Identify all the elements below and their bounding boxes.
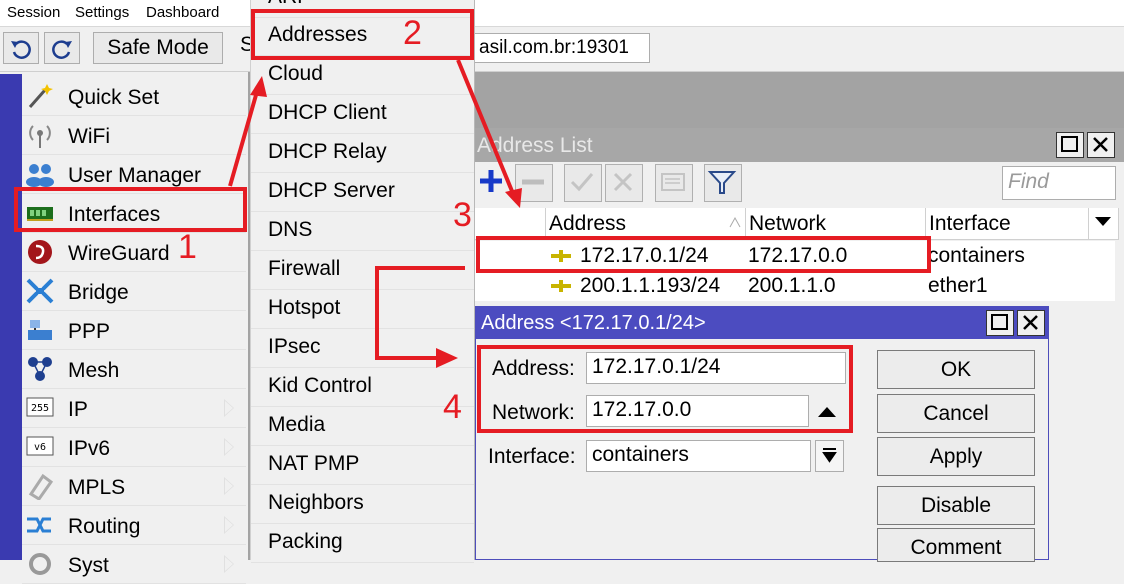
arrow-3-to-4 [375,266,465,360]
arrow-head-icon [250,76,267,97]
annotation-arrows [228,59,522,368]
arrow-head-icon [505,188,522,208]
arrow-2-to-3 [456,59,516,197]
arrow-head-icon [436,348,458,368]
arrow-1-to-2 [228,87,260,187]
